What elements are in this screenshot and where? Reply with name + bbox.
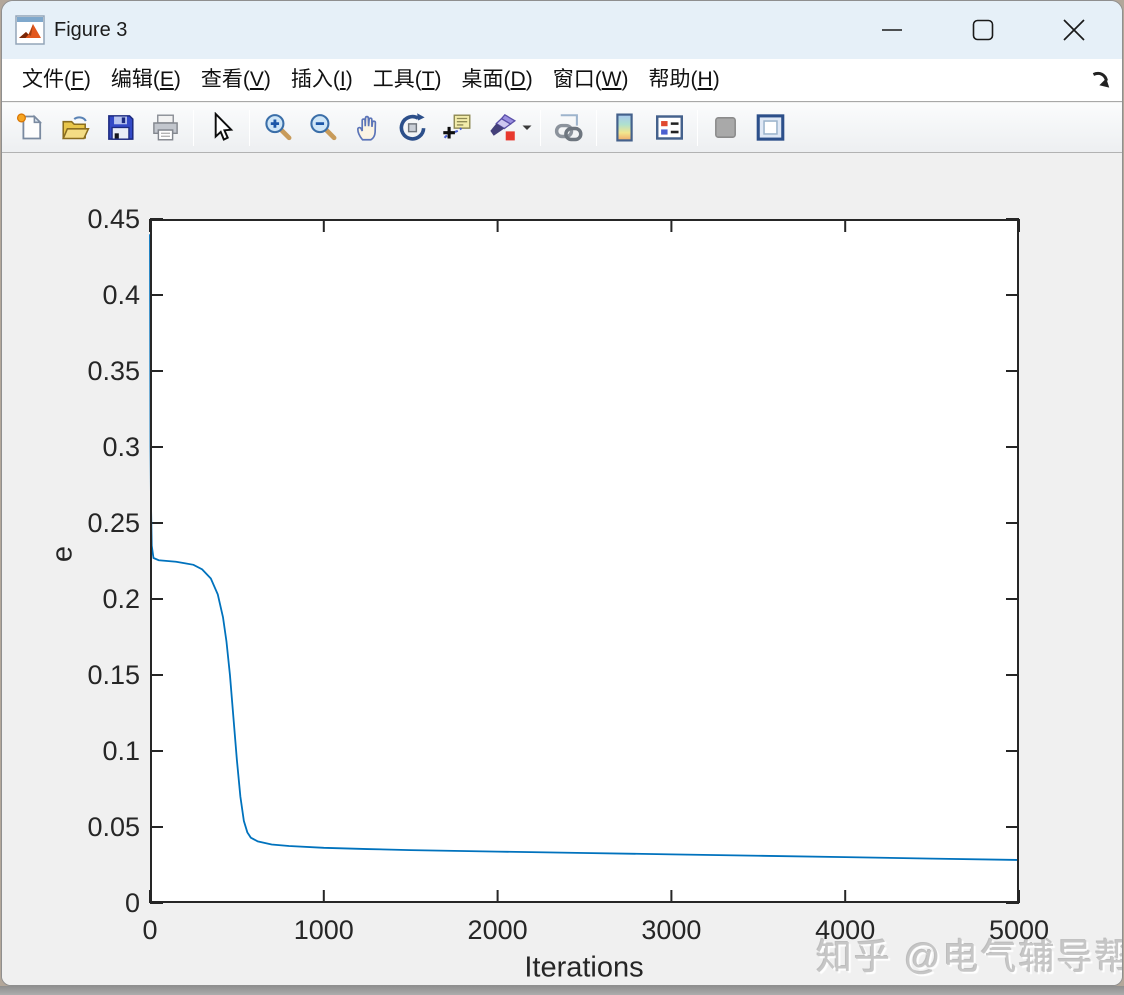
dock-figure-arrow-icon (1092, 71, 1110, 88)
insert-colorbar-button[interactable] (602, 107, 647, 149)
toolbar-separator (193, 109, 194, 146)
window-title: Figure 3 (54, 18, 128, 41)
plot-area[interactable] (149, 218, 1020, 904)
show-plot-tools-button[interactable] (748, 107, 793, 149)
pan-button[interactable] (345, 107, 390, 149)
rotate-3d-icon (399, 113, 426, 141)
desktop-background-strip (0, 986, 1124, 995)
brush-dropdown-button[interactable] (519, 107, 535, 149)
close-icon (1063, 19, 1085, 41)
new-figure-button[interactable] (8, 107, 53, 149)
figure-window: Figure 3 文件(F) 编辑(E) 查看(V) 插入(I) 工具(T) 桌面(D) 窗… (1, 0, 1123, 986)
hide-plot-tools-button[interactable] (703, 107, 748, 149)
menu-item-h[interactable]: 帮助(H) (639, 59, 730, 101)
edit-plot-button[interactable] (199, 107, 244, 149)
zoom-in-button[interactable] (255, 107, 300, 149)
toolbar-separator (540, 109, 541, 146)
open-file-icon (62, 116, 90, 140)
print-figure-button[interactable] (143, 107, 188, 149)
x-axis-label: Iterations (524, 951, 644, 984)
rotate-3d-button[interactable] (390, 107, 435, 149)
toolbar-separator (249, 109, 250, 146)
data-cursor-icon (443, 114, 471, 139)
close-button[interactable] (1044, 8, 1104, 52)
maximize-icon (972, 19, 994, 41)
minimize-button[interactable] (862, 8, 922, 52)
link-plot-icon (554, 114, 583, 142)
zoom-out-icon (310, 114, 337, 141)
print-figure-icon (153, 114, 178, 141)
maximize-button[interactable] (953, 8, 1013, 52)
edit-plot-icon (214, 112, 234, 141)
insert-legend-button[interactable] (647, 107, 692, 149)
y-axis-label: e (46, 545, 79, 563)
data-cursor-button[interactable] (435, 107, 480, 149)
menu-item-i[interactable]: 插入(I) (281, 59, 363, 101)
series-e-line (149, 234, 1020, 861)
brush-dropdown-icon (522, 125, 532, 130)
menu-item-f[interactable]: 文件(F) (12, 59, 101, 101)
brush-data-icon (490, 114, 517, 141)
zoom-in-icon (265, 114, 292, 141)
menu-item-t[interactable]: 工具(T) (363, 59, 452, 101)
open-file-button[interactable] (53, 107, 98, 149)
pan-icon (357, 115, 377, 141)
matlab-figure-icon (15, 15, 45, 45)
menu-item-e[interactable]: 编辑(E) (101, 59, 191, 101)
menu-item-d[interactable]: 桌面(D) (452, 59, 543, 101)
toolbar-separator (596, 109, 597, 146)
plot-svg (149, 218, 1020, 904)
new-figure-icon (16, 113, 43, 140)
insert-legend-icon (656, 115, 683, 140)
menu-item-w[interactable]: 窗口(W) (543, 59, 639, 101)
hide-plot-tools-icon (715, 117, 736, 138)
zoom-out-button[interactable] (300, 107, 345, 149)
menu-bar: 文件(F) 编辑(E) 查看(V) 插入(I) 工具(T) 桌面(D) 窗口(W) 帮助(H) (2, 59, 1122, 102)
window-controls (862, 8, 1122, 52)
dock-figure-button[interactable] (1088, 68, 1114, 94)
minimize-icon (882, 29, 902, 31)
link-plot-button[interactable] (546, 107, 591, 149)
insert-colorbar-icon (616, 113, 633, 142)
title-bar[interactable]: Figure 3 (2, 1, 1122, 59)
save-figure-button[interactable] (98, 107, 143, 149)
show-plot-tools-icon (756, 114, 785, 141)
save-figure-icon (108, 115, 134, 140)
toolbar (2, 103, 1122, 153)
menu-item-v[interactable]: 查看(V) (191, 59, 281, 101)
toolbar-separator (697, 109, 698, 146)
